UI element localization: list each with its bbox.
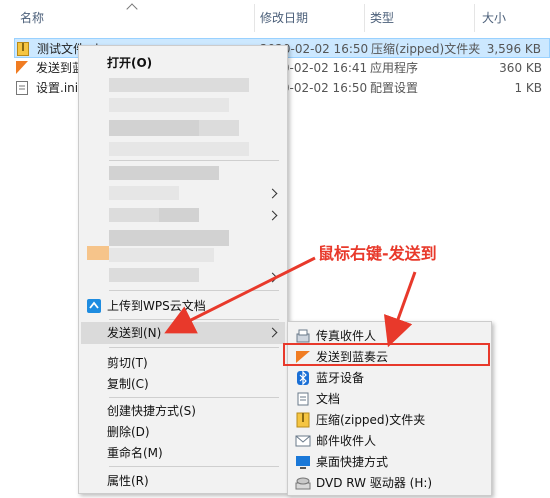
blurred-region	[109, 230, 229, 246]
menu-item-open[interactable]: 打开(O)	[81, 52, 285, 74]
submenu-arrow-icon	[267, 188, 278, 199]
blurred-region	[87, 246, 109, 260]
blurred-region	[159, 208, 199, 222]
desktop-icon	[296, 456, 310, 469]
dvd-drive-icon	[295, 477, 311, 490]
menu-separator	[109, 347, 279, 348]
annotation-text: 鼠标右键-发送到	[318, 244, 437, 263]
column-header-size[interactable]: 大小	[482, 6, 506, 30]
zip-folder-icon	[296, 412, 310, 428]
menu-item-create-shortcut[interactable]: 创建快捷方式(S)	[81, 400, 285, 422]
blurred-region	[199, 120, 239, 136]
column-divider[interactable]	[364, 4, 365, 32]
menu-item-send-to[interactable]: 发送到(N)	[81, 322, 285, 344]
menu-item-properties[interactable]: 属性(R)	[81, 470, 285, 492]
column-divider[interactable]	[254, 4, 255, 32]
menu-item-cut[interactable]: 剪切(T)	[81, 352, 285, 374]
menu-item-delete[interactable]: 删除(D)	[81, 421, 285, 443]
documents-icon	[297, 392, 309, 406]
file-type: 配置设置	[370, 81, 419, 95]
blurred-region	[109, 142, 249, 156]
blurred-region	[109, 186, 179, 200]
column-header-name[interactable]: 名称	[20, 6, 44, 30]
submenu-arrow-icon	[267, 272, 278, 283]
sort-ascending-icon	[126, 3, 138, 15]
submenu-item-documents[interactable]: 文档	[290, 388, 489, 410]
blurred-region	[109, 268, 199, 282]
menu-item-copy[interactable]: 复制(C)	[81, 373, 285, 395]
submenu-arrow-icon	[267, 210, 278, 221]
menu-item-upload-wps[interactable]: 上传到WPS云文档	[81, 295, 285, 317]
file-type: 压缩(zipped)文件夹	[371, 42, 481, 56]
mail-icon	[295, 435, 311, 447]
wps-cloud-icon	[87, 299, 101, 313]
menu-separator	[109, 319, 279, 320]
menu-separator	[109, 160, 279, 161]
zip-folder-icon	[17, 42, 29, 56]
file-size: 1 KB	[514, 81, 542, 95]
column-header-type[interactable]: 类型	[370, 6, 394, 30]
blurred-region	[109, 166, 219, 180]
menu-separator	[109, 397, 279, 398]
fax-icon	[296, 329, 310, 343]
lanzou-icon	[16, 61, 28, 74]
blurred-region	[109, 248, 214, 262]
menu-item-rename[interactable]: 重命名(M)	[81, 442, 285, 464]
file-name: 设置.ini	[36, 81, 79, 95]
submenu-item-dvd-drive[interactable]: DVD RW 驱动器 (H:)	[290, 472, 489, 494]
file-size: 360 KB	[499, 61, 542, 75]
column-divider[interactable]	[474, 4, 475, 32]
menu-separator	[109, 466, 279, 467]
blurred-region	[109, 78, 249, 92]
submenu-item-bluetooth[interactable]: 蓝牙设备	[290, 367, 489, 389]
column-header-date[interactable]: 修改日期	[260, 6, 308, 30]
highlight-box	[283, 343, 490, 366]
submenu-arrow-icon	[267, 327, 278, 338]
blurred-region	[109, 98, 229, 112]
bluetooth-icon	[297, 370, 309, 386]
submenu-item-mail[interactable]: 邮件收件人	[290, 430, 489, 452]
submenu-item-zip[interactable]: 压缩(zipped)文件夹	[290, 409, 489, 431]
config-file-icon	[16, 81, 28, 95]
file-size: 3,596 KB	[486, 42, 541, 56]
blurred-region	[109, 208, 159, 222]
context-menu: 打开(O) 上传到WPS云文档 发送到(N) 剪切(T) 复制(C) 创建快捷方…	[78, 45, 288, 494]
file-type: 应用程序	[370, 61, 419, 75]
submenu-item-desktop[interactable]: 桌面快捷方式	[290, 451, 489, 473]
menu-separator	[109, 290, 279, 291]
blurred-region	[109, 120, 199, 136]
